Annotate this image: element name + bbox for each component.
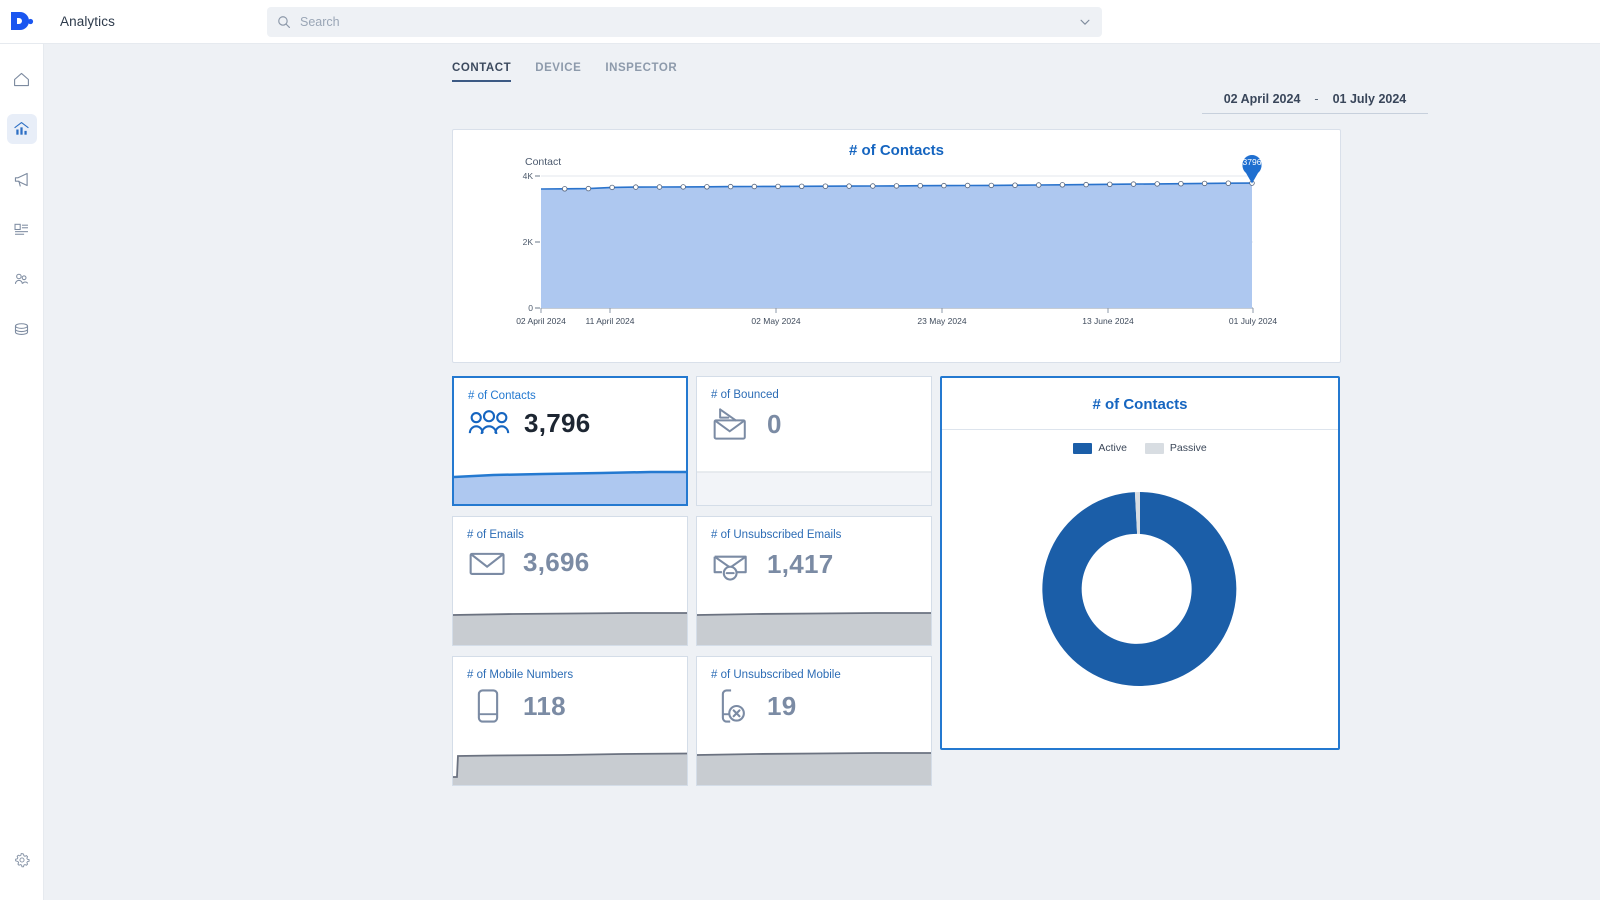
kpi-value: 0 <box>767 409 782 440</box>
analytics-chart-icon <box>12 120 31 139</box>
kpi-card-emails[interactable]: # of Emails 3,696 <box>452 516 688 646</box>
kpi-body: # of Unsubscribed Mobile 19 <box>697 657 931 751</box>
kpi-row: 19 <box>711 687 917 725</box>
sparkline-contacts <box>454 470 686 504</box>
kpi-body: # of Mobile Numbers 118 <box>453 657 687 751</box>
database-icon <box>12 320 31 339</box>
kpi-row: 1,417 <box>711 547 917 581</box>
svg-text:02 April 2024: 02 April 2024 <box>516 316 566 326</box>
donut-title: # of Contacts <box>942 378 1338 430</box>
kpi-label: # of Mobile Numbers <box>467 669 673 681</box>
tab-contact[interactable]: CONTACT <box>452 62 511 82</box>
sparkline-emails <box>453 611 687 645</box>
svg-text:02 May 2024: 02 May 2024 <box>751 316 800 326</box>
donut-legend: Active Passive <box>942 442 1338 454</box>
contacts-area-chart[interactable]: 4K 2K 0 02 April 2024 11 April 2024 02 M… <box>453 130 1342 364</box>
sparkline-bounced <box>697 471 931 505</box>
kpi-value: 19 <box>767 691 797 722</box>
kpi-card-bounced[interactable]: # of Bounced 0 <box>696 376 932 506</box>
legend-item-active[interactable]: Active <box>1073 442 1127 454</box>
sidebar-item-audience[interactable] <box>7 264 37 294</box>
kpi-label: # of Unsubscribed Emails <box>711 529 917 541</box>
envelope-unsubscribe-icon <box>711 547 753 581</box>
people-group-icon <box>468 409 510 439</box>
people-group-icon <box>12 270 31 289</box>
kpi-body: # of Bounced 0 <box>697 377 931 471</box>
kpi-card-unsubscribed-emails[interactable]: # of Unsubscribed Emails 1,417 <box>696 516 932 646</box>
date-range-separator: - <box>1314 92 1318 106</box>
article-list-icon <box>12 220 31 239</box>
d-logo-icon <box>9 11 35 33</box>
legend-label-passive: Passive <box>1170 442 1207 454</box>
search-icon <box>277 15 291 29</box>
kpi-label: # of Bounced <box>711 389 917 401</box>
annotation-value: 3796 <box>1235 157 1269 167</box>
contacts-donut-chart[interactable] <box>942 454 1338 724</box>
app-logo[interactable] <box>0 0 44 44</box>
sidebar <box>0 44 44 900</box>
sidebar-item-data[interactable] <box>7 314 37 344</box>
sidebar-item-campaigns[interactable] <box>7 164 37 194</box>
bounced-email-icon <box>711 407 753 441</box>
kpi-card-contacts[interactable]: # of Contacts 3,796 <box>452 376 688 506</box>
kpi-value: 1,417 <box>767 549 834 580</box>
search-input[interactable] <box>300 15 1078 29</box>
kpi-value: 3,696 <box>523 547 590 578</box>
kpi-body: # of Emails 3,696 <box>453 517 687 611</box>
kpi-value: 118 <box>523 691 566 722</box>
legend-swatch-passive <box>1145 443 1164 454</box>
tab-inspector[interactable]: INSPECTOR <box>605 62 677 82</box>
sidebar-item-content[interactable] <box>7 214 37 244</box>
megaphone-icon <box>12 170 31 189</box>
date-range-start: 02 April 2024 <box>1224 92 1301 106</box>
kpi-row: 3,796 <box>468 408 672 439</box>
contacts-area-chart-panel: # of Contacts Contact 4K 2K 0 02 April 2… <box>452 129 1341 363</box>
contacts-donut-panel[interactable]: # of Contacts Active Passive <box>940 376 1340 750</box>
tab-bar: CONTACT DEVICE INSPECTOR <box>452 62 677 82</box>
page-title: Analytics <box>60 14 115 29</box>
kpi-value: 3,796 <box>524 408 591 439</box>
mobile-unsubscribe-icon <box>711 687 753 725</box>
sparkline-unsubscribed-mobile <box>697 751 931 785</box>
svg-text:0: 0 <box>528 303 533 313</box>
kpi-row: 3,696 <box>467 547 673 578</box>
home-icon <box>12 70 31 89</box>
legend-label-active: Active <box>1098 442 1127 454</box>
tab-device[interactable]: DEVICE <box>535 62 581 82</box>
kpi-body: # of Contacts 3,796 <box>454 378 686 470</box>
kpi-label: # of Emails <box>467 529 673 541</box>
kpi-card-unsubscribed-mobile[interactable]: # of Unsubscribed Mobile 19 <box>696 656 932 786</box>
search-bar[interactable] <box>267 7 1102 37</box>
sparkline-mobile-numbers <box>453 751 687 785</box>
mobile-phone-icon <box>467 687 509 725</box>
svg-text:2K: 2K <box>523 237 534 247</box>
svg-text:11 April 2024: 11 April 2024 <box>586 316 635 326</box>
kpi-row: 0 <box>711 407 917 441</box>
top-bar: Analytics <box>0 0 1600 44</box>
date-range-end: 01 July 2024 <box>1333 92 1407 106</box>
chevron-down-icon[interactable] <box>1078 15 1092 29</box>
svg-text:13 June 2024: 13 June 2024 <box>1082 316 1134 326</box>
svg-text:4K: 4K <box>523 171 534 181</box>
kpi-label: # of Contacts <box>468 390 672 402</box>
sidebar-item-settings[interactable] <box>7 845 37 875</box>
kpi-label: # of Unsubscribed Mobile <box>711 669 917 681</box>
legend-item-passive[interactable]: Passive <box>1145 442 1207 454</box>
svg-text:01 July 2024: 01 July 2024 <box>1229 316 1277 326</box>
date-range-picker[interactable]: 02 April 2024 - 01 July 2024 <box>1202 92 1428 114</box>
main-content: CONTACT DEVICE INSPECTOR 02 April 2024 -… <box>44 44 1600 900</box>
kpi-row: 118 <box>467 687 673 725</box>
kpi-card-mobile-numbers[interactable]: # of Mobile Numbers 118 <box>452 656 688 786</box>
sparkline-unsubscribed-emails <box>697 611 931 645</box>
kpi-body: # of Unsubscribed Emails 1,417 <box>697 517 931 611</box>
legend-swatch-active <box>1073 443 1092 454</box>
sidebar-item-home[interactable] <box>7 64 37 94</box>
gear-icon <box>13 851 31 869</box>
sidebar-item-analytics[interactable] <box>7 114 37 144</box>
envelope-icon <box>467 548 509 578</box>
svg-text:23 May 2024: 23 May 2024 <box>917 316 966 326</box>
